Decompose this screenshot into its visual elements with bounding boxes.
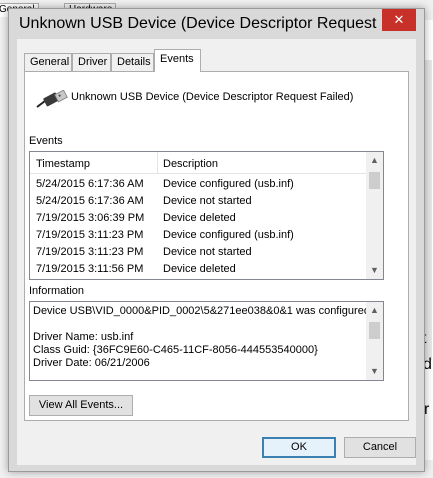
column-header-description[interactable]: Description — [163, 158, 218, 170]
scrollbar-thumb[interactable] — [369, 322, 380, 339]
event-row[interactable]: 7/19/2015 3:06:39 PM Device deleted — [30, 210, 366, 227]
device-name: Unknown USB Device (Device Descriptor Re… — [71, 91, 354, 103]
scroll-down-icon[interactable]: ▼ — [366, 363, 383, 380]
close-button[interactable]: ✕ — [382, 9, 416, 31]
event-row[interactable]: 5/24/2015 6:17:36 AM Device not started — [30, 193, 366, 210]
cancel-button[interactable]: Cancel — [344, 437, 416, 458]
events-scrollbar[interactable]: ▲ ▼ — [366, 152, 383, 279]
dialog-client-area: General Driver Details Events Unknown US… — [17, 39, 416, 465]
event-description: Device not started — [163, 195, 252, 207]
event-row[interactable]: 7/19/2015 3:11:23 PM Device not started — [30, 244, 366, 261]
events-label: Events — [29, 135, 63, 147]
events-rows: 5/24/2015 6:17:36 AM Device configured (… — [30, 176, 366, 278]
event-timestamp: 7/19/2015 3:11:56 PM — [36, 263, 144, 275]
event-description: Device not started — [163, 246, 252, 258]
title-bar[interactable]: Unknown USB Device (Device Descriptor Re… — [9, 9, 424, 39]
event-description: Device deleted — [163, 212, 236, 224]
information-scrollbar[interactable]: ▲ ▼ — [366, 302, 383, 380]
event-row[interactable]: 7/19/2015 3:11:56 PM Device deleted — [30, 261, 366, 278]
close-icon: ✕ — [393, 12, 405, 27]
column-divider[interactable] — [157, 152, 158, 174]
device-properties-dialog: Unknown USB Device (Device Descriptor Re… — [8, 8, 425, 472]
information-text: Device USB\VID_0000&PID_0002\5&271ee038&… — [33, 305, 374, 369]
tab-driver[interactable]: Driver — [72, 53, 111, 71]
event-timestamp: 7/19/2015 3:11:23 PM — [36, 229, 144, 241]
scroll-up-icon[interactable]: ▲ — [366, 302, 383, 319]
scrollbar-thumb[interactable] — [369, 172, 380, 189]
tab-events[interactable]: Events — [154, 49, 201, 72]
event-timestamp: 7/19/2015 3:06:39 PM — [36, 212, 145, 224]
tab-details[interactable]: Details — [111, 53, 154, 71]
usb-plug-icon — [36, 90, 68, 108]
tab-general[interactable]: General — [24, 53, 72, 71]
event-timestamp: 5/24/2015 6:17:36 AM — [36, 178, 144, 190]
event-description: Device configured (usb.inf) — [163, 229, 294, 241]
information-textbox[interactable]: Device USB\VID_0000&PID_0002\5&271ee038&… — [29, 301, 384, 381]
view-all-events-button[interactable]: View All Events... — [29, 395, 133, 416]
event-timestamp: 5/24/2015 6:17:36 AM — [36, 195, 144, 207]
event-row[interactable]: 5/24/2015 6:17:36 AM Device configured (… — [30, 176, 366, 193]
scroll-up-icon[interactable]: ▲ — [366, 152, 383, 169]
scroll-down-icon[interactable]: ▼ — [366, 262, 383, 279]
event-timestamp: 7/19/2015 3:11:23 PM — [36, 246, 144, 258]
event-description: Device deleted — [163, 263, 236, 275]
events-tab-panel: Unknown USB Device (Device Descriptor Re… — [24, 71, 409, 421]
events-list-header: Timestamp Description — [30, 152, 366, 174]
event-description: Device configured (usb.inf) — [163, 178, 294, 190]
column-header-timestamp[interactable]: Timestamp — [36, 158, 90, 170]
event-row[interactable]: 7/19/2015 3:11:23 PM Device configured (… — [30, 227, 366, 244]
information-label: Information — [29, 285, 85, 297]
ok-button[interactable]: OK — [262, 437, 336, 458]
window-title: Unknown USB Device (Device Descriptor Re… — [19, 15, 379, 32]
events-list[interactable]: Timestamp Description 5/24/2015 6:17:36 … — [29, 151, 384, 280]
